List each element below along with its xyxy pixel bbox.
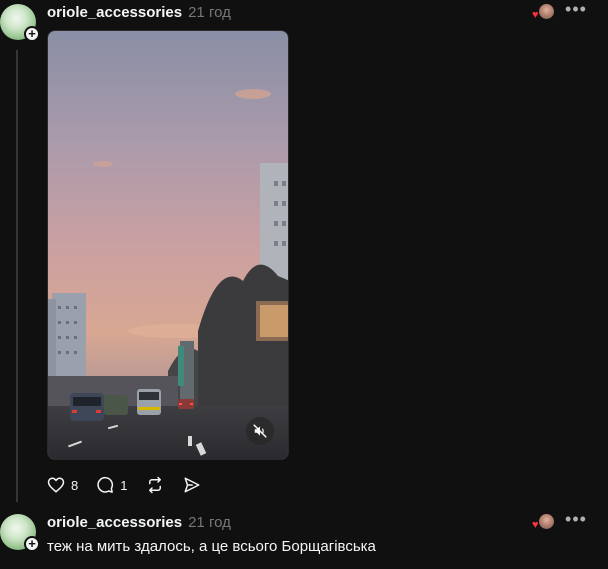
post-main: + oriole_accessories 21 год ♥ ••• 8 1 xyxy=(0,0,608,505)
more-options-button[interactable]: ••• xyxy=(564,0,588,20)
video-player[interactable] xyxy=(47,30,289,460)
post-header: oriole_accessories 21 год xyxy=(47,514,231,532)
post-header: oriole_accessories 21 год xyxy=(47,4,231,22)
send-icon xyxy=(184,477,200,493)
heart-icon: ♥ xyxy=(532,519,539,531)
avatar[interactable]: + xyxy=(0,514,40,552)
avatar xyxy=(539,4,554,19)
reply-count: 1 xyxy=(120,477,128,493)
share-button[interactable] xyxy=(183,476,201,494)
follow-plus-icon[interactable]: + xyxy=(24,536,40,552)
mute-toggle-button[interactable] xyxy=(246,417,274,445)
post-reply: + oriole_accessories 21 год ♥ ••• теж на… xyxy=(0,510,608,569)
liked-by-avatar[interactable]: ♥ xyxy=(532,514,554,532)
username[interactable]: oriole_accessories xyxy=(47,514,182,531)
liked-by-avatar[interactable]: ♥ xyxy=(532,4,554,22)
timestamp[interactable]: 21 год xyxy=(188,4,231,21)
avatar[interactable]: + xyxy=(0,4,40,42)
follow-plus-icon[interactable]: + xyxy=(24,26,40,42)
post-text: теж на мить здалось, а це всього Борщагі… xyxy=(47,538,376,555)
video-frame xyxy=(48,31,288,459)
heart-outline-icon xyxy=(47,477,65,493)
thread-line xyxy=(16,50,18,502)
like-count: 8 xyxy=(71,477,79,493)
post-actions: 8 1 xyxy=(47,474,219,496)
username[interactable]: oriole_accessories xyxy=(47,4,182,21)
comment-icon xyxy=(97,476,114,493)
timestamp[interactable]: 21 год xyxy=(188,514,231,531)
more-options-button[interactable]: ••• xyxy=(564,510,588,530)
speaker-muted-icon xyxy=(253,424,267,438)
avatar xyxy=(539,514,554,529)
like-button[interactable]: 8 xyxy=(47,476,78,494)
repost-icon xyxy=(149,476,162,494)
repost-button[interactable] xyxy=(145,476,165,494)
reply-button[interactable]: 1 xyxy=(96,476,127,494)
heart-icon: ♥ xyxy=(532,9,539,21)
